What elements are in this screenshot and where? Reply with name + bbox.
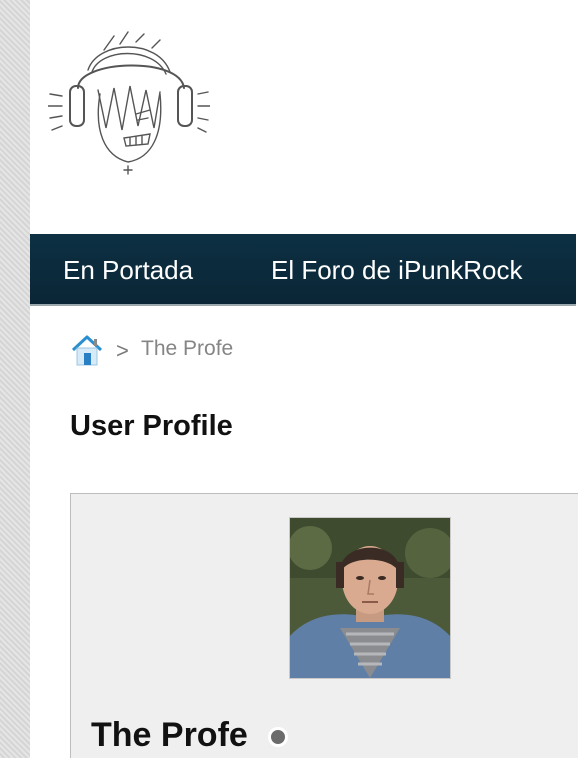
site-logo[interactable] (47, 30, 211, 180)
online-status-indicator (268, 727, 288, 747)
punk-headphones-logo-icon (47, 31, 211, 175)
page-container: En Portada El Foro de iPunkRock > The Pr… (30, 0, 578, 758)
avatar[interactable] (289, 517, 451, 679)
home-icon[interactable] (70, 333, 104, 367)
profile-card: The Profe (70, 493, 578, 758)
main-navbar: En Portada El Foro de iPunkRock (30, 234, 576, 306)
user-photo-icon (290, 518, 450, 678)
profile-username: The Profe (91, 716, 248, 754)
nav-el-foro[interactable]: El Foro de iPunkRock (271, 234, 522, 304)
page-title: User Profile (70, 410, 233, 442)
breadcrumb-current: The Profe (141, 337, 234, 360)
background-strip (0, 0, 30, 758)
breadcrumb-separator: > (116, 338, 129, 363)
nav-en-portada[interactable]: En Portada (63, 234, 193, 304)
